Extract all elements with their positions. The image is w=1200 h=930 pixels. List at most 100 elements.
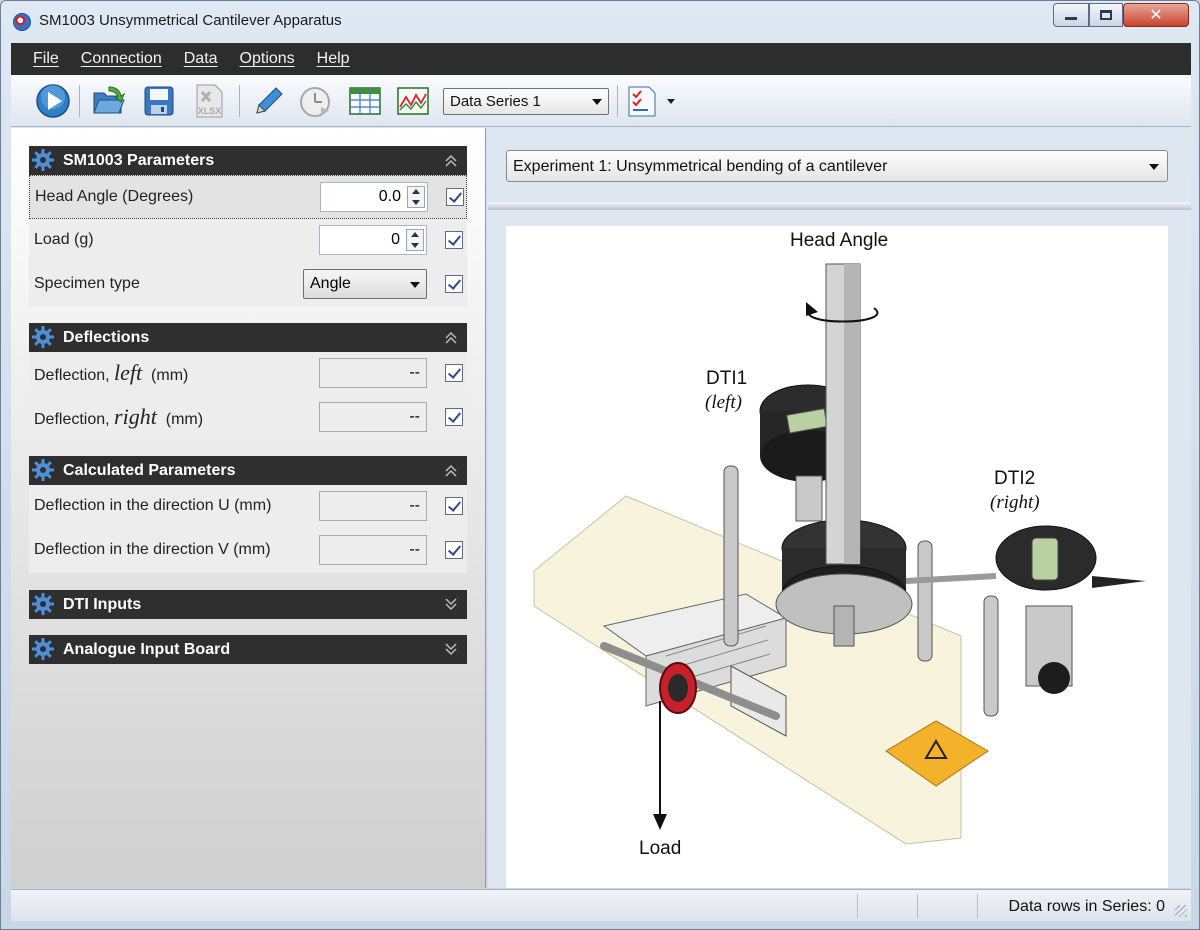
run-button[interactable] [35, 83, 71, 119]
data-series-value: Data Series 1 [450, 93, 541, 110]
load-checkbox[interactable] [445, 231, 463, 249]
deflection-right-checkbox[interactable] [445, 408, 463, 426]
head-angle-caption: Head Angle [790, 230, 889, 251]
data-series-select[interactable]: Data Series 1 [443, 88, 609, 115]
experiment-value: Experiment 1: Unsymmetrical bending of a… [513, 158, 888, 175]
gear-icon [32, 638, 54, 660]
apparatus-diagram: Head Angle DTI1 (left) DTI2 (right) Load [506, 226, 1168, 888]
head-angle-label: Head Angle (Degrees) [35, 188, 194, 205]
close-icon: ✕ [1149, 7, 1163, 24]
specimen-label: Specimen type [34, 275, 140, 292]
window-title: SM1003 Unsymmetrical Cantilever Apparatu… [39, 12, 342, 29]
specimen-type-select[interactable]: Angle [303, 269, 427, 299]
deflection-v-label: Deflection in the direction V (mm) [34, 541, 271, 558]
dti2-caption: DTI2 [994, 468, 1036, 489]
section-title: DTI Inputs [63, 596, 142, 613]
menu-file[interactable]: File [33, 50, 59, 68]
specimen-row: Specimen type Angle [29, 263, 467, 307]
head-angle-checkbox[interactable] [446, 188, 464, 206]
load-label: Load (g) [34, 231, 94, 248]
head-angle-stepper[interactable] [407, 186, 425, 208]
menu-help[interactable]: Help [317, 50, 350, 68]
deflection-left-row: Deflection, left (mm) -- [29, 352, 467, 396]
parameters-panel: SM1003 Parameters Head Angle (Degrees) 0… [11, 128, 486, 888]
load-caption: Load [639, 838, 682, 859]
title-bar: SM1003 Unsymmetrical Cantilever Apparatu… [1, 1, 1199, 41]
chevron-down-icon [410, 282, 420, 288]
maximize-icon [1100, 10, 1112, 20]
chevron-down-icon [445, 598, 457, 611]
deflection-right-row: Deflection, right (mm) -- [29, 396, 467, 440]
save-icon [144, 86, 174, 116]
edit-button[interactable] [249, 83, 285, 119]
panel-splitter[interactable] [488, 202, 1191, 210]
experiment-select[interactable]: Experiment 1: Unsymmetrical bending of a… [506, 150, 1168, 182]
menu-bar: File Connection Data Options Help [11, 43, 1191, 75]
deflection-right-value: -- [319, 402, 427, 432]
gear-icon [32, 149, 54, 171]
timer-button[interactable] [297, 83, 333, 119]
status-bar: Data rows in Series: 0 [11, 889, 1191, 921]
table-icon [349, 87, 381, 115]
chevron-up-icon [445, 331, 457, 344]
play-icon [36, 84, 70, 118]
deflection-u-checkbox[interactable] [445, 497, 463, 515]
chevron-up-icon [445, 464, 457, 477]
table-view-button[interactable] [347, 83, 383, 119]
gear-icon [32, 326, 54, 348]
deflection-u-label: Deflection in the direction U (mm) [34, 497, 272, 514]
section-header-parameters[interactable]: SM1003 Parameters [29, 146, 467, 175]
load-input[interactable]: 0 [319, 225, 427, 255]
export-xlsx-button[interactable]: XLSX [191, 83, 227, 119]
dti1-subcaption: (left) [705, 392, 742, 413]
deflection-v-checkbox[interactable] [445, 541, 463, 559]
checklist-button[interactable] [625, 83, 661, 119]
resize-grip-icon[interactable] [1175, 905, 1187, 917]
minimize-button[interactable] [1053, 3, 1089, 27]
menu-options[interactable]: Options [240, 50, 295, 68]
pencil-icon [256, 87, 283, 114]
section-header-calculated[interactable]: Calculated Parameters [29, 456, 467, 485]
section-header-dti-inputs[interactable]: DTI Inputs [29, 590, 467, 619]
section-title: Deflections [63, 329, 150, 346]
data-rows-status: Data rows in Series: 0 [1008, 898, 1165, 915]
deflection-u-value: -- [319, 491, 427, 521]
minimize-icon [1065, 16, 1077, 20]
svg-text:XLSX: XLSX [198, 106, 222, 116]
menu-data[interactable]: Data [184, 50, 218, 68]
app-window: SM1003 Unsymmetrical Cantilever Apparatu… [0, 0, 1200, 930]
maximize-button[interactable] [1089, 3, 1123, 27]
gear-icon [32, 593, 54, 615]
deflection-u-row: Deflection in the direction U (mm) -- [29, 485, 467, 529]
load-stepper[interactable] [406, 229, 424, 251]
checklist-icon [628, 86, 656, 117]
chevron-down-icon [1149, 164, 1159, 170]
head-angle-row: Head Angle (Degrees) 0.0 [29, 175, 467, 219]
checklist-dropdown-icon[interactable] [667, 99, 675, 104]
section-title: Analogue Input Board [63, 641, 231, 658]
menu-connection[interactable]: Connection [81, 50, 162, 68]
section-header-deflections[interactable]: Deflections [29, 323, 467, 352]
deflection-left-value: -- [319, 358, 427, 388]
section-header-analogue[interactable]: Analogue Input Board [29, 635, 467, 664]
save-button[interactable] [141, 83, 177, 119]
section-title: SM1003 Parameters [63, 152, 215, 169]
section-body-parameters: Head Angle (Degrees) 0.0 Load (g) 0 Spec… [29, 175, 467, 307]
close-button[interactable]: ✕ [1123, 3, 1189, 27]
chevron-up-icon [445, 154, 457, 167]
deflection-left-label: Deflection, left (mm) [34, 360, 189, 385]
chevron-down-icon [592, 99, 602, 105]
clock-icon [300, 87, 330, 117]
section-title: Calculated Parameters [63, 462, 236, 479]
chevron-down-icon [445, 643, 457, 656]
app-icon [13, 13, 31, 31]
deflection-left-checkbox[interactable] [445, 364, 463, 382]
dti2-subcaption: (right) [990, 492, 1040, 513]
open-button[interactable] [91, 83, 127, 119]
specimen-checkbox[interactable] [445, 275, 463, 293]
chart-view-button[interactable] [395, 83, 431, 119]
section-body-calculated: Deflection in the direction U (mm) -- De… [29, 485, 467, 573]
load-row: Load (g) 0 [29, 219, 467, 263]
dti1-caption: DTI1 [706, 368, 748, 389]
head-angle-input[interactable]: 0.0 [320, 182, 428, 212]
